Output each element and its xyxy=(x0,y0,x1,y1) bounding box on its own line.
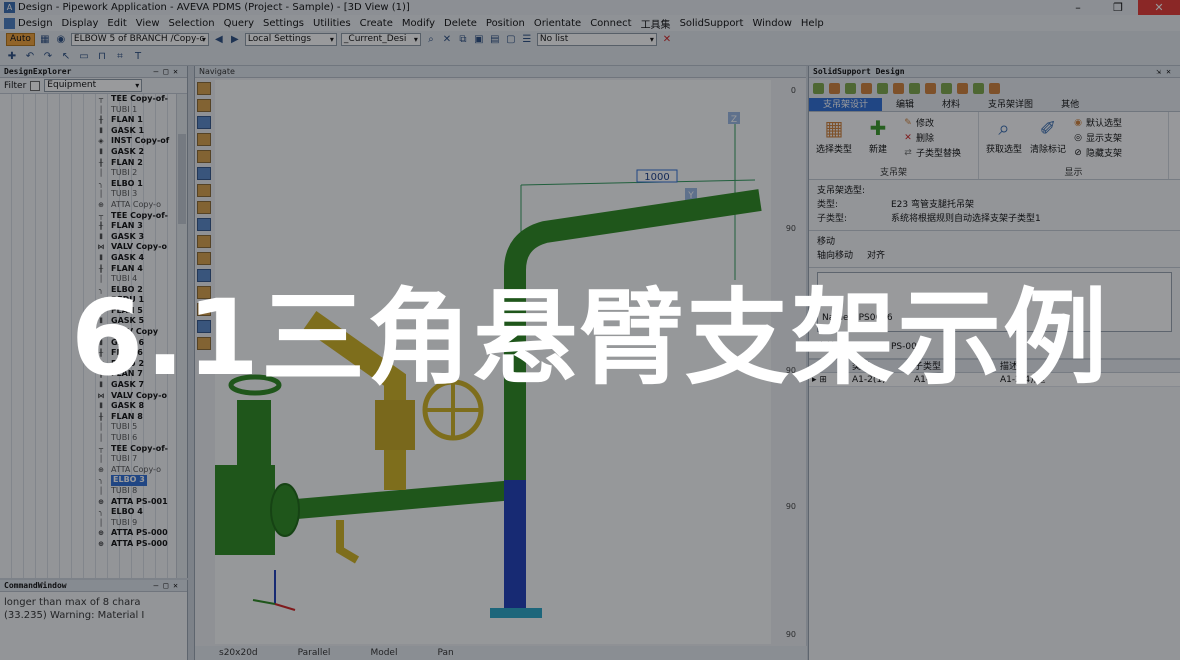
pdms-application: A Design - Pipework Application - AVEVA … xyxy=(0,0,1180,660)
video-overlay: 6.1三角悬臂支架示例 xyxy=(0,0,1180,660)
overlay-title: 6.1三角悬臂支架示例 xyxy=(70,277,1110,399)
